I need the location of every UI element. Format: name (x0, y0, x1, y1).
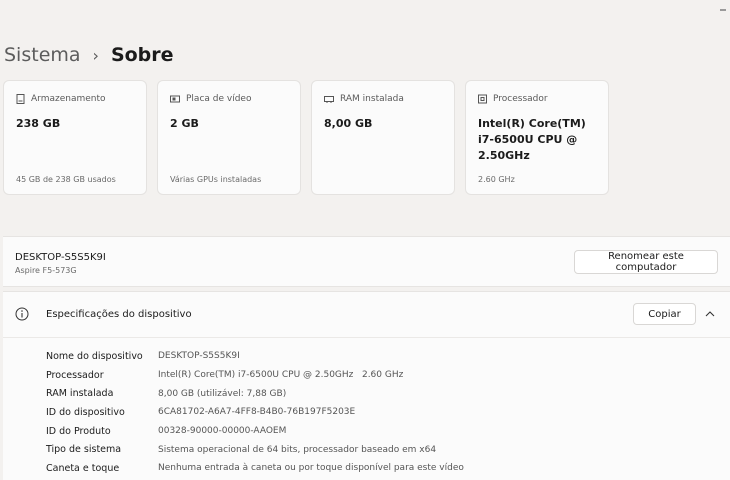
spec-key: Caneta e toque (46, 462, 120, 474)
gpu-icon (170, 95, 180, 103)
spec-value: 6CA81702-A6A7-4FF8-B4B0-76B197F5203E (158, 407, 356, 418)
card-gpu[interactable]: Placa de vídeo 2 GB Várias GPUs instalad… (157, 80, 301, 195)
ram-icon (324, 96, 334, 103)
copy-button[interactable]: Copiar (633, 303, 696, 325)
spec-row: Processador Intel(R) Core(TM) i7-6500U C… (46, 366, 464, 385)
device-name: DESKTOP-S5S5K9I (15, 252, 106, 263)
spec-key: Processador (46, 369, 104, 381)
spec-row: Tipo de sistema Sistema operacional de 6… (46, 440, 464, 459)
device-model: Aspire F5-573G (15, 266, 77, 275)
card-label: RAM instalada (340, 94, 404, 104)
card-value: 238 GB (16, 117, 61, 130)
device-name-row: DESKTOP-S5S5K9I Aspire F5-573G Renomear … (3, 236, 730, 287)
card-label: Armazenamento (31, 94, 106, 104)
spec-key: Nome do dispositivo (46, 350, 143, 362)
spec-key: RAM instalada (46, 388, 114, 400)
card-label: Placa de vídeo (186, 94, 252, 104)
spec-value: 8,00 GB (utilizável: 7,88 GB) (158, 388, 287, 399)
card-value: Intel(R) Core(TM) i7-6500U CPU @ 2.50GHz (478, 117, 586, 162)
minimize-icon[interactable] (720, 9, 726, 11)
spec-row: Nome do dispositivo DESKTOP-S5S5K9I (46, 347, 464, 366)
spec-title: Especificações do dispositivo (46, 309, 192, 320)
spec-key: ID do Produto (46, 425, 111, 437)
spec-value: Sistema operacional de 64 bits, processa… (158, 444, 437, 455)
spec-key: ID do dispositivo (46, 406, 125, 418)
spec-key: Tipo de sistema (46, 444, 122, 456)
spec-row: RAM instalada 8,00 GB (utilizável: 7,88 … (46, 384, 464, 403)
rename-computer-button[interactable]: Renomear este computador (574, 250, 718, 274)
spec-row: ID do Produto 00328-90000-00000-AAOEM (46, 422, 464, 441)
page-title: Sobre (110, 44, 174, 66)
processor-icon (478, 94, 487, 104)
breadcrumb-chevron-icon: › (92, 45, 99, 65)
spec-header[interactable]: Especificações do dispositivo Copiar (3, 292, 730, 338)
spec-value: 00328-90000-00000-AAOEM (158, 426, 287, 437)
spec-table: Nome do dispositivo DESKTOP-S5S5K9I Proc… (46, 347, 464, 478)
storage-icon (16, 94, 25, 104)
spec-row: Caneta e toque Nenhuma entrada à caneta … (46, 459, 464, 478)
info-icon (15, 307, 29, 321)
card-value: 8,00 GB (324, 117, 373, 130)
device-specifications-panel: Especificações do dispositivo Copiar Nom… (3, 291, 730, 480)
card-value: 2 GB (170, 117, 199, 130)
card-subtext: Várias GPUs instaladas (170, 175, 262, 184)
spec-value: Nenhuma entrada à caneta ou por toque di… (158, 463, 464, 474)
breadcrumb: Sistema › Sobre (4, 42, 174, 68)
spec-value: Intel(R) Core(TM) i7-6500U CPU @ 2.50GHz… (158, 370, 404, 381)
card-label: Processador (493, 94, 548, 104)
card-subtext: 2.60 GHz (478, 175, 515, 184)
chevron-up-icon[interactable] (704, 308, 716, 320)
card-subtext: 45 GB de 238 GB usados (16, 175, 116, 184)
card-ram[interactable]: RAM instalada 8,00 GB (311, 80, 455, 195)
spec-value: DESKTOP-S5S5K9I (158, 351, 240, 362)
spec-row: ID do dispositivo 6CA81702-A6A7-4FF8-B4B… (46, 403, 464, 422)
title-bar (0, 0, 730, 20)
card-processor[interactable]: Processador Intel(R) Core(TM) i7-6500U C… (465, 80, 609, 195)
card-storage[interactable]: Armazenamento 238 GB 45 GB de 238 GB usa… (3, 80, 147, 195)
breadcrumb-parent-sistema[interactable]: Sistema (4, 44, 81, 66)
